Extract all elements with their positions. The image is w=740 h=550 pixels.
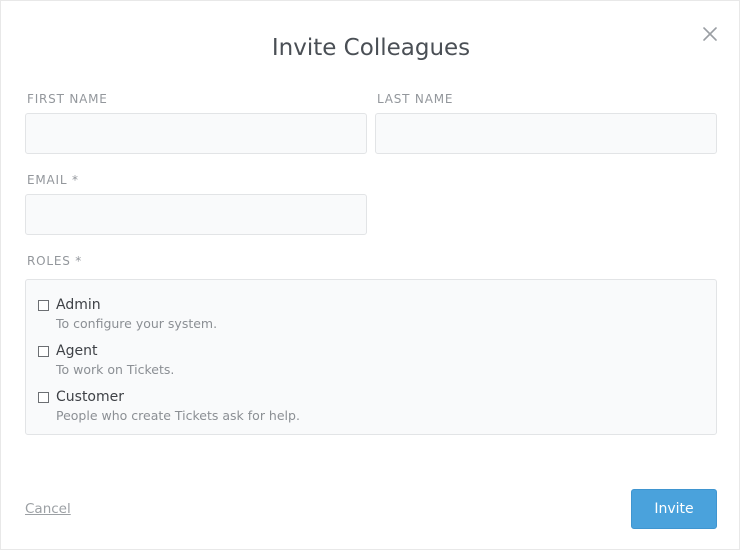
first-name-label: FIRST NAME [27,92,108,106]
dialog-title: Invite Colleagues [271,35,471,61]
roles-list: Admin To configure your system. Agent To… [25,279,717,435]
role-customer-checkbox[interactable] [38,392,49,403]
role-admin-name: Admin [56,297,101,313]
role-agent-description: To work on Tickets. [56,362,175,377]
role-customer-name: Customer [56,389,125,405]
role-admin-checkbox[interactable] [38,300,49,311]
role-agent-name: Agent [56,343,98,359]
invite-colleagues-dialog: Invite Colleagues FIRST NAME LAST NAME E… [0,0,740,550]
role-customer-description: People who create Tickets ask for help. [56,408,300,423]
role-agent-checkbox[interactable] [38,346,49,357]
cancel-link[interactable]: Cancel [25,501,71,518]
last-name-label: LAST NAME [377,92,454,106]
email-input[interactable] [25,194,367,235]
email-label: EMAIL * [27,173,79,187]
first-name-input[interactable] [25,113,367,154]
last-name-input[interactable] [375,113,717,154]
role-admin-description: To configure your system. [56,316,218,331]
roles-label: ROLES * [27,254,83,268]
invite-button[interactable]: Invite [631,489,717,529]
